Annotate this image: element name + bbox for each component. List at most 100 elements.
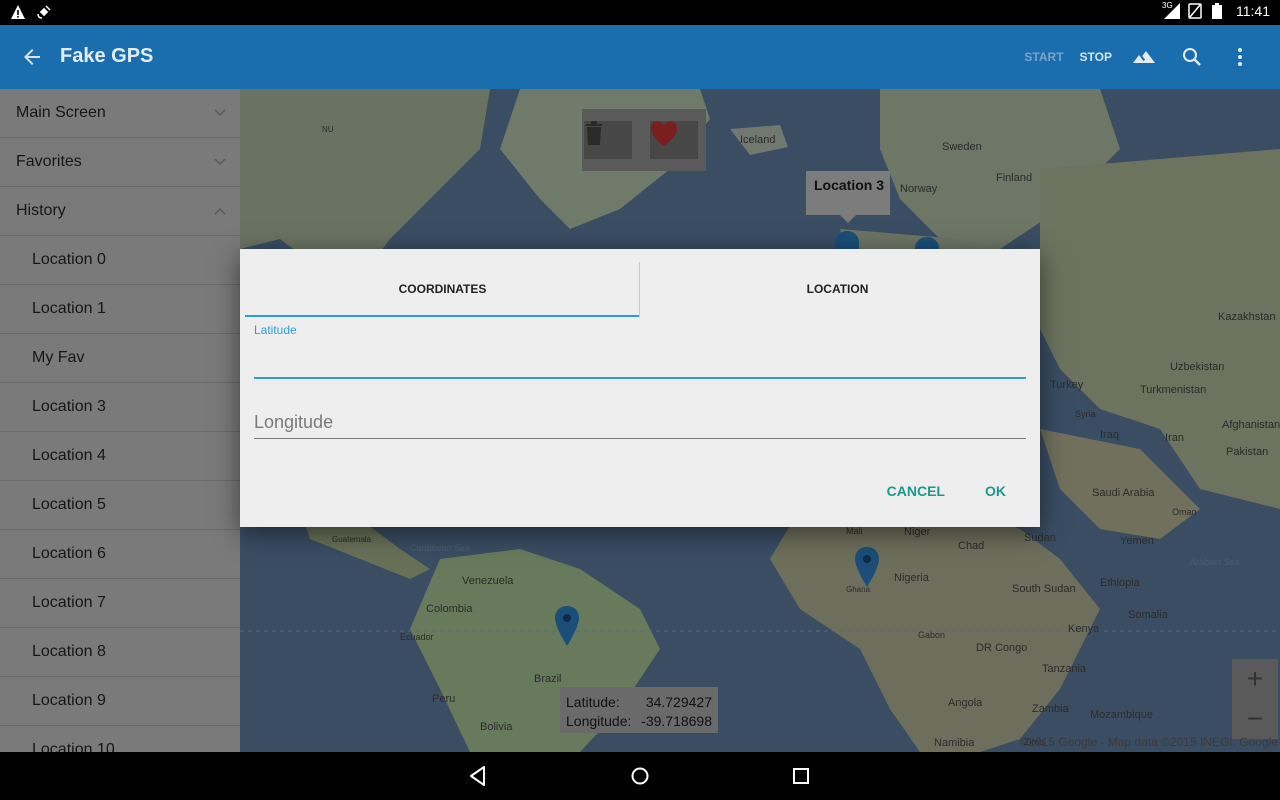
mountain-icon[interactable] [1120, 33, 1168, 81]
map-label: Sweden [942, 141, 982, 153]
map-label: Venezuela [462, 575, 514, 587]
history-item[interactable]: Location 5 [0, 481, 240, 530]
status-bar: 3G 11:41 [0, 0, 1280, 25]
map-label: Niger [904, 526, 931, 538]
coordinates-dialog: COORDINATES LOCATION Latitude CANCEL OK [240, 249, 1040, 527]
history-item[interactable]: Location 7 [0, 579, 240, 628]
map-label: Peru [432, 693, 456, 705]
history-item[interactable]: Location 8 [0, 628, 240, 677]
history-item[interactable]: My Fav [0, 334, 240, 383]
map-label: Afghanistan [1222, 419, 1280, 431]
nav-recents-icon[interactable] [789, 764, 813, 788]
tab-location[interactable]: LOCATION [640, 261, 1035, 317]
stop-button[interactable]: STOP [1072, 50, 1120, 64]
app-title: Fake GPS [60, 45, 154, 67]
map-label: Colombia [426, 603, 473, 615]
start-button[interactable]: START [1016, 50, 1071, 64]
map-label: Ecuador [400, 632, 434, 642]
sidebar-item-favorites[interactable]: Favorites [0, 138, 240, 187]
map-label: Namibia [934, 737, 975, 749]
map-label: Uzbekistan [1170, 361, 1225, 373]
map-label: Iraq [1100, 429, 1119, 441]
history-item[interactable]: Location 10 [0, 726, 240, 752]
map-label: Yemen [1120, 535, 1154, 547]
map-label: Arabian Sea [1190, 557, 1240, 567]
delete-button[interactable] [584, 121, 632, 159]
tab-divider [639, 262, 640, 317]
map-label: Ethiopia [1100, 577, 1140, 589]
chevron-down-icon [214, 109, 226, 117]
map-label: Sudan [1024, 532, 1056, 544]
sidebar-item-label: Favorites [16, 153, 82, 170]
map-label: Oman [1172, 507, 1197, 517]
history-item-label: Location 4 [32, 447, 106, 464]
history-item[interactable]: Location 3 [0, 383, 240, 432]
sidebar-item-main-screen[interactable]: Main Screen [0, 89, 240, 138]
map-label: Brazil [534, 673, 562, 685]
map-label: Turkmenistan [1140, 384, 1207, 396]
map-marker-toolbar [582, 109, 706, 171]
history-item[interactable]: Location 6 [0, 530, 240, 579]
search-icon[interactable] [1168, 33, 1216, 81]
history-item-label: Location 3 [32, 398, 106, 415]
longitude-field [254, 401, 1026, 439]
sidebar-item-label: Main Screen [16, 104, 106, 121]
warning-icon [10, 4, 26, 20]
map-label: Mali [846, 526, 863, 536]
history-item-label: Location 1 [32, 300, 106, 317]
history-item[interactable]: Location 9 [0, 677, 240, 726]
map-label: Caribbean Sea [410, 543, 471, 553]
map-label: Tanzania [1042, 663, 1087, 675]
map-pin-icon[interactable] [554, 606, 580, 646]
nav-home-icon[interactable] [628, 764, 652, 788]
signal-icon: 3G [1162, 1, 1180, 19]
ok-button[interactable]: OK [971, 477, 1020, 505]
network-type: 3G [1162, 1, 1173, 10]
map-attribution: ©2015 Google - Map data ©2015 INEGI, Goo… [1019, 735, 1278, 749]
no-sim-icon [1188, 3, 1204, 19]
map-label: Zambia [1032, 703, 1069, 715]
battery-icon [1212, 3, 1228, 19]
history-item-label: My Fav [32, 349, 85, 366]
tab-coordinates[interactable]: COORDINATES [245, 261, 640, 317]
longitude-label: Longitude: [566, 713, 632, 729]
dialog-tabs: COORDINATES LOCATION [245, 261, 1035, 317]
clock: 11:41 [1236, 3, 1270, 19]
history-item[interactable]: Location 1 [0, 285, 240, 334]
longitude-input[interactable] [254, 409, 1026, 435]
latitude-input[interactable] [254, 345, 1026, 373]
marker-callout[interactable]: Location 3 [806, 171, 890, 223]
nav-back-icon[interactable] [466, 764, 490, 788]
longitude-value: -39.718698 [641, 713, 712, 729]
zoom-in-button[interactable]: + [1232, 659, 1278, 699]
history-item-label: Location 6 [32, 545, 106, 562]
history-item[interactable]: Location 4 [0, 432, 240, 481]
history-item[interactable]: Location 0 [0, 236, 240, 285]
history-item-label: Location 10 [32, 741, 115, 752]
map-pin-icon[interactable] [854, 547, 880, 587]
map-label: Gabon [918, 630, 946, 640]
back-arrow-icon[interactable] [20, 45, 44, 69]
map-label: Finland [996, 172, 1033, 184]
latitude-field: Latitude [254, 323, 1026, 379]
system-nav-bar [0, 752, 1280, 800]
map-label: Iran [1165, 432, 1184, 444]
favorite-button[interactable] [650, 121, 698, 159]
zoom-out-button[interactable]: − [1232, 699, 1278, 739]
map-pin-icon[interactable] [834, 231, 860, 251]
more-vert-icon[interactable] [1216, 33, 1264, 81]
history-item-label: Location 7 [32, 594, 106, 611]
sidebar: Main Screen Favorites History Location 0… [0, 89, 240, 752]
history-item-label: Location 8 [32, 643, 106, 660]
latitude-underline [254, 377, 1026, 379]
map-label: Mozambique [1090, 709, 1153, 721]
map-label: NU [322, 125, 334, 134]
map-label: Norway [900, 183, 938, 195]
latitude-value: 34.729427 [645, 694, 712, 710]
map-label: Somalia [1128, 609, 1168, 621]
map-label: Chad [958, 540, 985, 552]
cancel-button[interactable]: CANCEL [873, 477, 959, 505]
callout-label: Location 3 [814, 177, 885, 193]
sidebar-item-history[interactable]: History [0, 187, 240, 236]
map-label: Kenya [1068, 623, 1100, 635]
